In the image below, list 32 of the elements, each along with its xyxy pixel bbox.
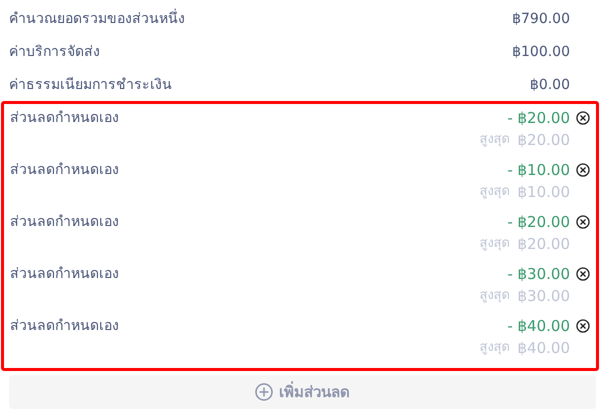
max-amount: ฿20.00 <box>518 234 570 254</box>
remove-icon[interactable] <box>576 215 590 229</box>
summary-label: ค่าบริการจัดส่ง <box>9 42 100 62</box>
remove-icon[interactable] <box>576 163 590 177</box>
summary-amount: ฿0.00 <box>530 76 570 94</box>
remove-icon[interactable] <box>576 111 590 125</box>
max-label: สูงสุด <box>480 183 510 201</box>
max-amount: ฿30.00 <box>518 286 570 306</box>
remove-icon[interactable] <box>576 319 590 333</box>
discount-amount: - ฿40.00 <box>507 316 570 336</box>
max-label: สูงสุด <box>480 131 510 149</box>
discount-amount: - ฿10.00 <box>507 160 570 180</box>
max-label: สูงสุด <box>480 339 510 357</box>
summary-amount: ฿790.00 <box>512 10 570 28</box>
max-label: สูงสุด <box>480 287 510 305</box>
discount-amount: - ฿20.00 <box>507 212 570 232</box>
summary-amount: ฿100.00 <box>512 42 570 62</box>
discount-label: ส่วนลดกำหนดเอง <box>10 109 119 128</box>
max-amount: ฿40.00 <box>518 338 570 358</box>
summary-label: ค่าธรรมเนียมการชำระเงิน <box>9 76 172 94</box>
discount-amount: - ฿30.00 <box>507 264 570 284</box>
max-amount: ฿20.00 <box>518 130 570 150</box>
discount-label: ส่วนลดกำหนดเอง <box>10 317 119 336</box>
plus-circle-icon <box>255 383 273 401</box>
discount-label: ส่วนลดกำหนดเอง <box>10 161 119 180</box>
discount-label: ส่วนลดกำหนดเอง <box>10 265 119 284</box>
discount-amount: - ฿20.00 <box>507 108 570 128</box>
discount-label: ส่วนลดกำหนดเอง <box>10 213 119 232</box>
max-label: สูงสุด <box>480 235 510 253</box>
summary-label: คำนวณยอดรวมของส่วนหนึ่ง <box>9 8 185 28</box>
max-amount: ฿10.00 <box>518 182 570 202</box>
remove-icon[interactable] <box>576 267 590 281</box>
